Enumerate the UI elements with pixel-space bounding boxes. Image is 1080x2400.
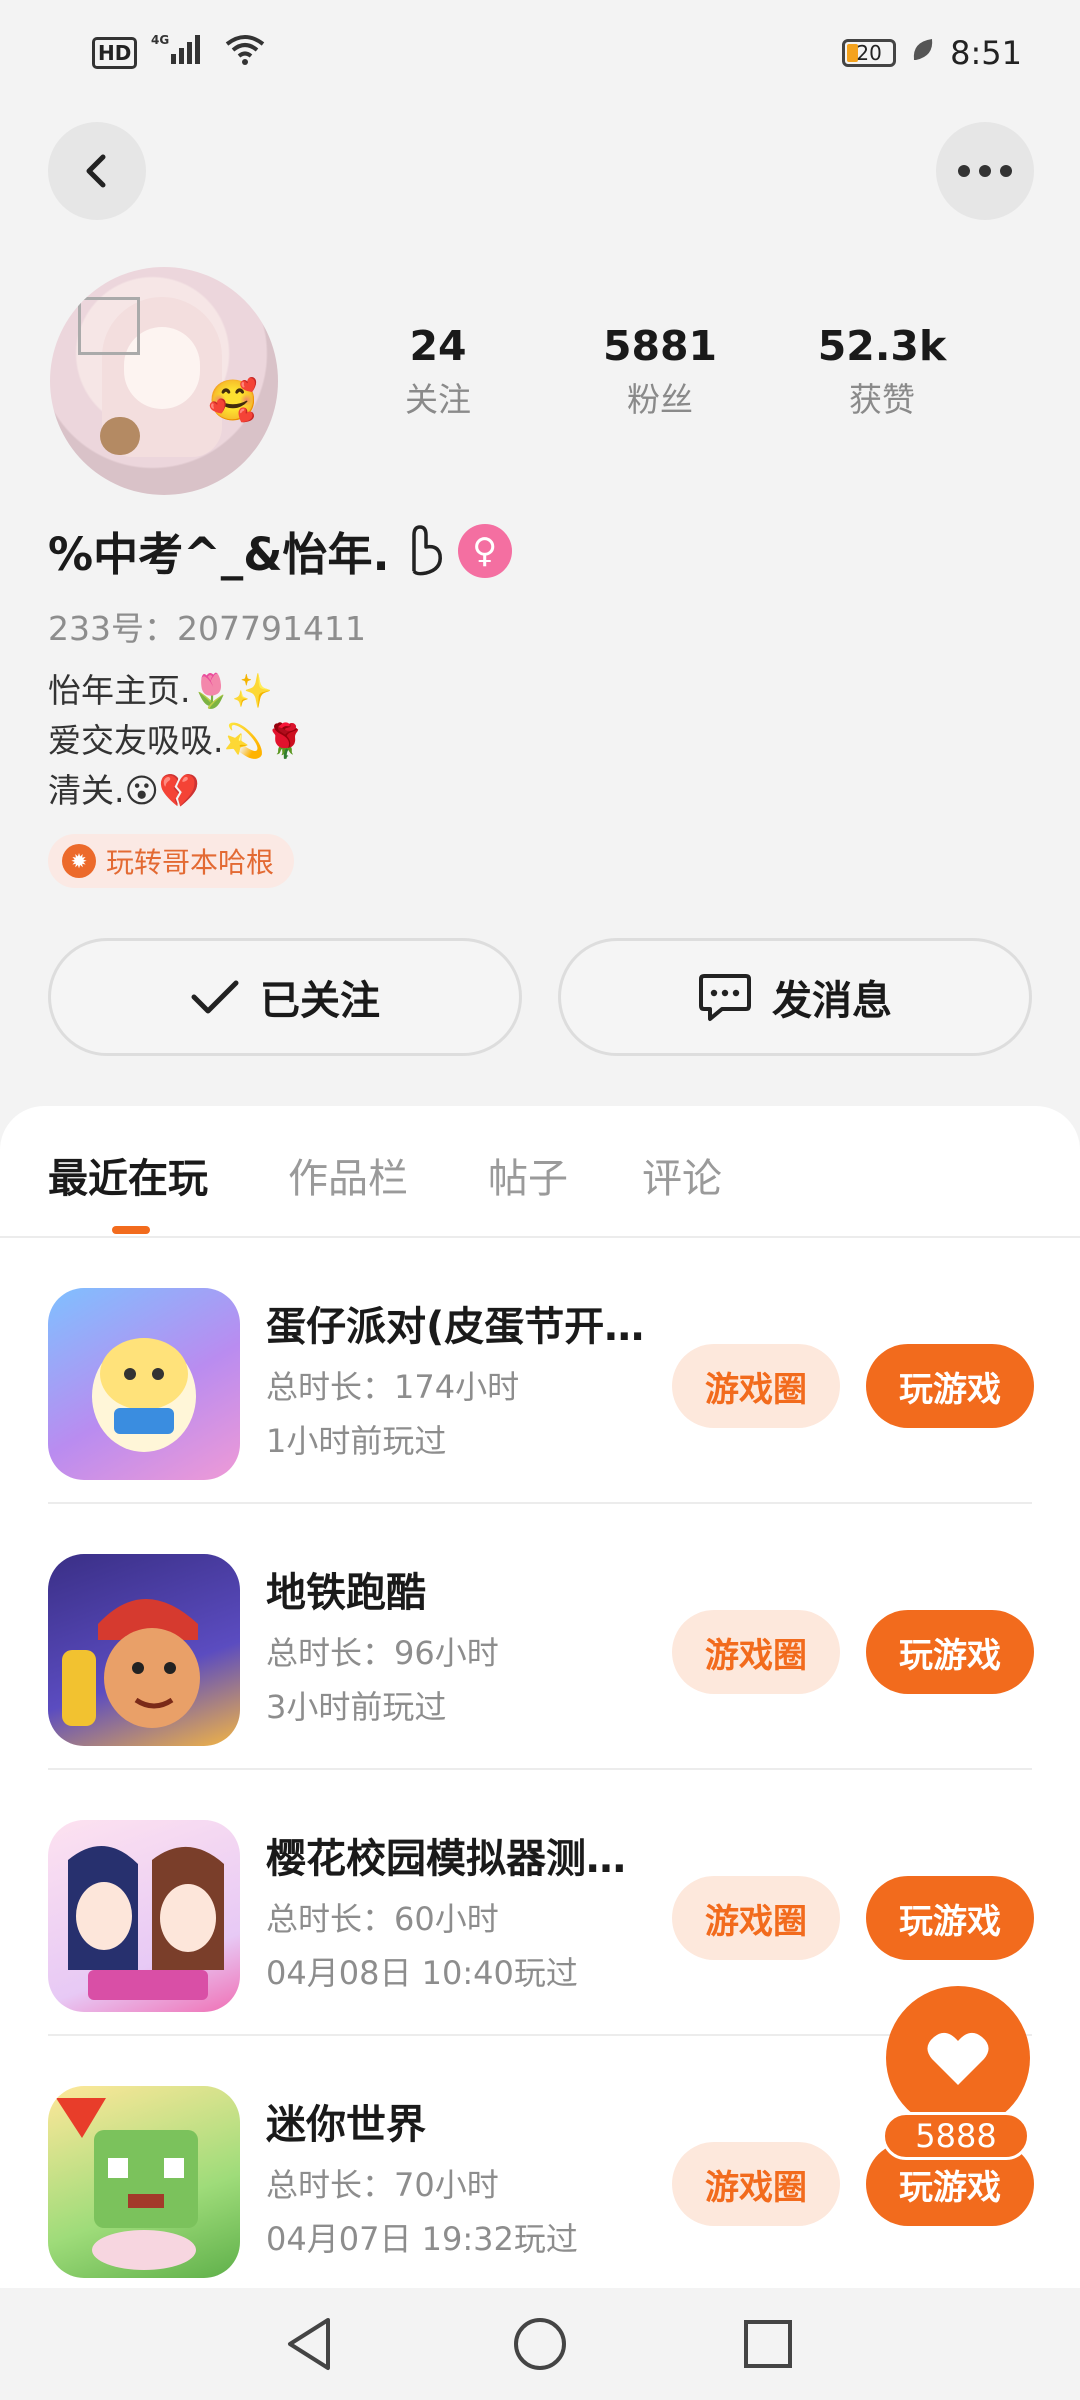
stat-following[interactable]: 24 关注 [338, 322, 538, 420]
status-left: HD 4G [92, 32, 267, 74]
avatar-frame-decoration [78, 297, 140, 355]
play-game-button[interactable]: 玩游戏 [866, 1344, 1034, 1428]
avatar-cat [100, 417, 140, 455]
send-message-label: 发消息 [772, 978, 892, 1024]
stat-following-value: 24 [409, 322, 467, 370]
user-id: 233号：207791411 [48, 609, 366, 648]
game-circle-button[interactable]: 游戏圈 [672, 1344, 840, 1428]
profile-tabs: 最近在玩 作品栏 帖子 评论 [0, 1106, 1080, 1238]
stat-likes[interactable]: 52.3k 获赞 [782, 322, 982, 420]
system-nav-bar [0, 2288, 1080, 2400]
game-row[interactable]: 地铁跑酷 总时长：96小时 3小时前玩过 游戏圈 玩游戏 [48, 1504, 1034, 1770]
female-gender-icon: ♀ [457, 523, 512, 578]
status-right: 20 8:51 [842, 34, 1022, 72]
game-last-played: 1小时前玩过 [266, 1422, 447, 1460]
status-bar: HD 4G 20 8:51 [0, 0, 1080, 105]
triangle-back-icon [288, 2318, 330, 2370]
game-last-played: 3小时前玩过 [266, 1688, 447, 1726]
stat-fans[interactable]: 5881 粉丝 [560, 322, 760, 420]
game-title: 地铁跑酷 [266, 1570, 426, 1616]
followed-button-label: 已关注 [260, 978, 380, 1024]
like-fab-button[interactable] [886, 1986, 1030, 2130]
bio: 怡年主页.🌷✨ 爱交友吸吸.💫🌹 清关.😮💔 [48, 671, 306, 810]
signal-icon: 4G [151, 32, 209, 74]
stat-likes-label: 获赞 [849, 380, 915, 419]
nav-home-button[interactable] [508, 2312, 572, 2376]
check-icon [191, 980, 239, 1014]
square-recents-icon [744, 2320, 792, 2368]
tab-works[interactable]: 作品栏 [288, 1146, 408, 1204]
nickname: %中考^_&怡年. [48, 528, 390, 581]
tab-comments[interactable]: 评论 [642, 1146, 722, 1204]
back-button[interactable] [48, 122, 146, 220]
avatar-emoji: 🥰 [208, 378, 258, 424]
chevron-left-icon [86, 154, 106, 188]
stat-fans-value: 5881 [602, 322, 718, 370]
stat-fans-label: 粉丝 [627, 380, 693, 419]
heart-icon [927, 2032, 989, 2085]
tab-recently-played[interactable]: 最近在玩 [48, 1146, 208, 1204]
game-duration: 总时长：96小时 [266, 1634, 499, 1672]
game-row[interactable]: 迷你世界 总时长：70小时 04月07日 19:32玩过 游戏圈 玩游戏 [48, 2036, 1034, 2288]
stat-likes-value: 52.3k [817, 322, 947, 370]
active-tab-indicator [112, 1226, 150, 1234]
game-icon-mini-world[interactable] [48, 2086, 240, 2278]
achievement-badge[interactable]: ✹ 玩转哥本哈根 [48, 834, 295, 888]
badge-star-icon: ✹ [62, 844, 96, 878]
game-title: 迷你世界 [266, 2102, 426, 2148]
game-row[interactable]: 蛋仔派对(皮蛋节开… 总时长：174小时 1小时前玩过 游戏圈 玩游戏 [48, 1238, 1034, 1504]
play-game-button[interactable]: 玩游戏 [866, 1876, 1034, 1960]
tab-posts[interactable]: 帖子 [488, 1146, 568, 1204]
play-game-button[interactable]: 玩游戏 [866, 1610, 1034, 1694]
game-icon-sakura-school[interactable] [48, 1820, 240, 2012]
wifi-icon [223, 32, 267, 74]
game-duration: 总时长：174小时 [266, 1368, 520, 1406]
game-circle-button[interactable]: 游戏圈 [672, 1876, 840, 1960]
stat-following-label: 关注 [405, 380, 471, 419]
avatar[interactable]: 🥰 [50, 267, 278, 495]
like-count: 5888 [882, 2112, 1030, 2160]
battery-level: 20 [856, 40, 882, 65]
game-row[interactable]: 樱花校园模拟器测… 总时长：60小时 04月08日 10:40玩过 游戏圈 玩游… [48, 1770, 1034, 2036]
game-duration: 总时长：70小时 [266, 2166, 499, 2204]
chat-bubble-icon [699, 974, 751, 1021]
nickname-row: %中考^_&怡年. ♀ [48, 518, 512, 583]
game-circle-button[interactable]: 游戏圈 [672, 1610, 840, 1694]
leaf-icon [910, 34, 936, 72]
hd-indicator: HD [92, 36, 138, 69]
game-title: 蛋仔派对(皮蛋节开… [266, 1304, 645, 1350]
send-message-button[interactable]: 发消息 [558, 938, 1032, 1056]
game-last-played: 04月08日 10:40玩过 [266, 1954, 578, 1992]
hand-icon [402, 521, 446, 581]
game-title: 樱花校园模拟器测… [266, 1836, 626, 1882]
nav-back-button[interactable] [278, 2312, 342, 2376]
nav-recents-button[interactable] [736, 2312, 800, 2376]
network-type-label: 4G [151, 33, 169, 47]
more-dots-icon [958, 165, 1012, 177]
game-circle-button[interactable]: 游戏圈 [672, 2142, 840, 2226]
game-icon-subway-surfers[interactable] [48, 1554, 240, 1746]
game-duration: 总时长：60小时 [266, 1900, 499, 1938]
clock: 8:51 [950, 33, 1022, 72]
followed-button[interactable]: 已关注 [48, 938, 522, 1056]
game-last-played: 04月07日 19:32玩过 [266, 2220, 578, 2258]
more-button[interactable] [936, 122, 1034, 220]
circle-home-icon [514, 2318, 566, 2370]
game-icon-eggy-party[interactable] [48, 1288, 240, 1480]
badge-label: 玩转哥本哈根 [106, 846, 275, 879]
battery-icon: 20 [842, 38, 897, 67]
